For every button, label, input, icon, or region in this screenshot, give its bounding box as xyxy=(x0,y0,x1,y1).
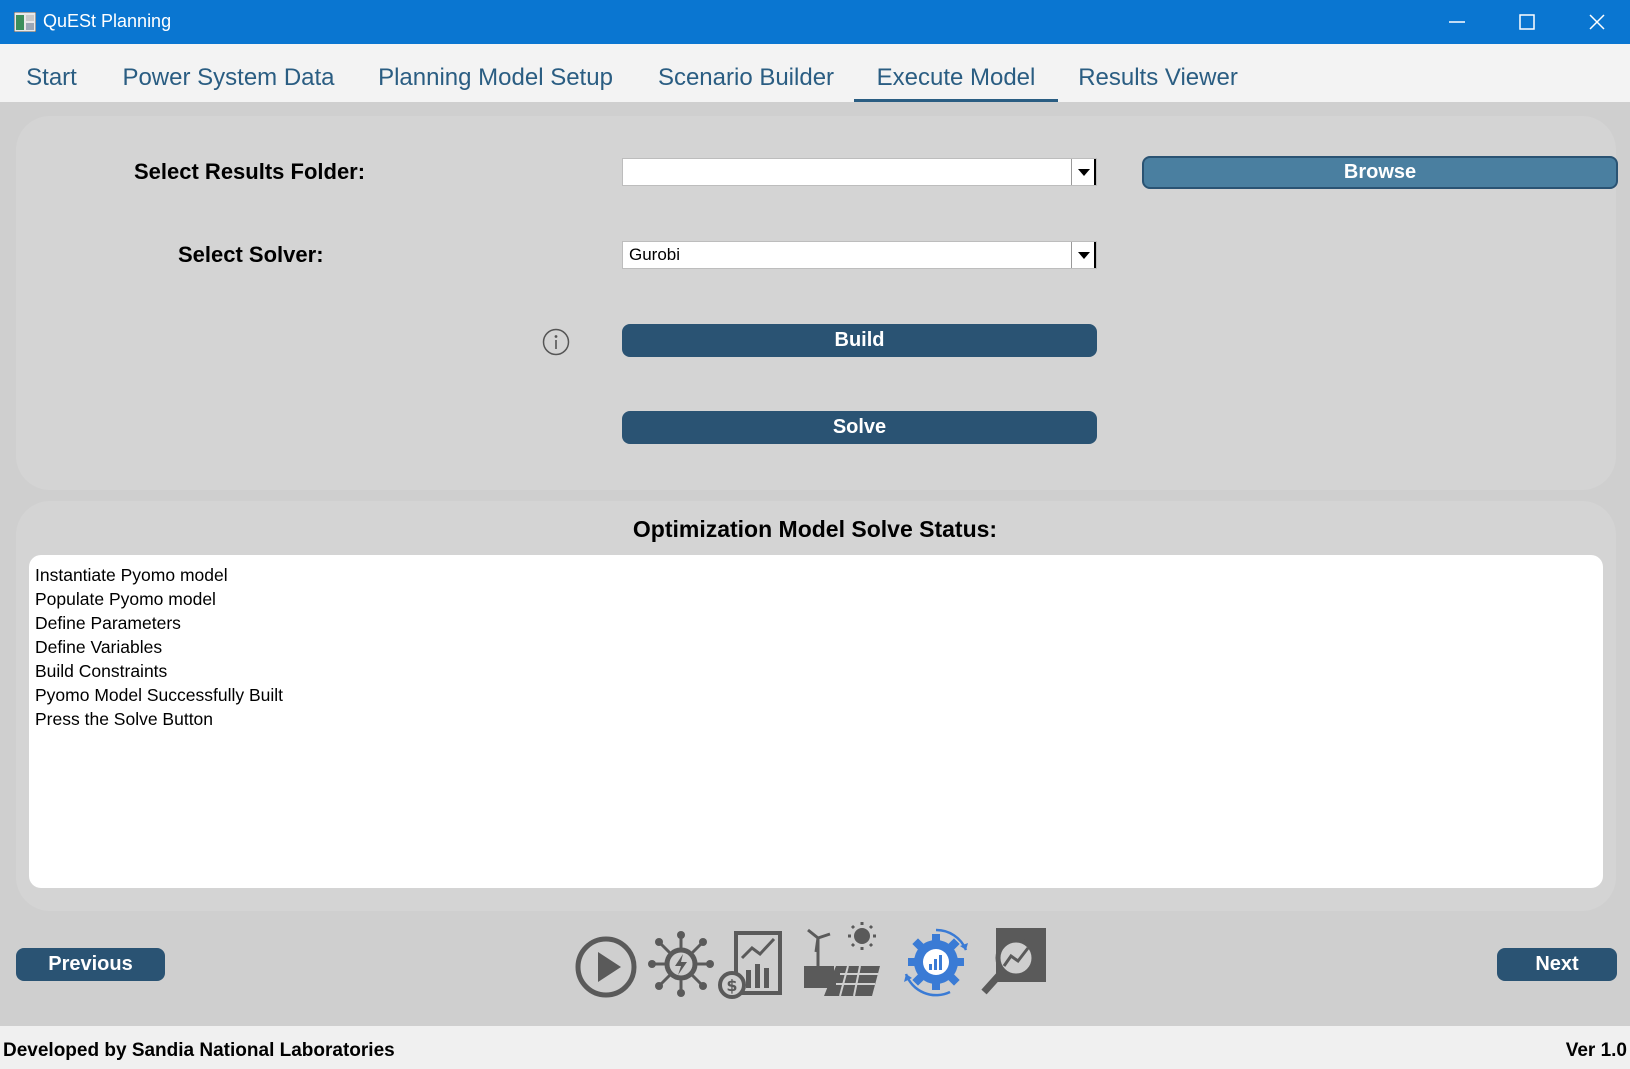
solver-combo[interactable]: Gurobi xyxy=(622,241,1097,269)
renewables-icon[interactable] xyxy=(800,922,884,998)
maximize-icon xyxy=(1519,14,1535,30)
maximize-button[interactable] xyxy=(1493,0,1561,44)
app-icon xyxy=(14,12,36,32)
tab-scenario-builder[interactable]: Scenario Builder xyxy=(648,44,844,102)
results-folder-combo[interactable] xyxy=(622,158,1097,186)
play-icon[interactable] xyxy=(574,935,638,999)
footer: Developed by Sandia National Laboratorie… xyxy=(0,1026,1630,1069)
gear-chart-icon[interactable] xyxy=(900,926,972,998)
developer-credit: Developed by Sandia National Laboratorie… xyxy=(3,1040,395,1061)
solve-button[interactable]: Solve xyxy=(622,411,1097,444)
info-icon[interactable] xyxy=(542,328,570,356)
power-network-icon[interactable] xyxy=(648,930,714,998)
tab-results-viewer[interactable]: Results Viewer xyxy=(1070,44,1246,102)
title-bar: QuESt Planning xyxy=(0,0,1630,44)
tab-planning-model-setup[interactable]: Planning Model Setup xyxy=(370,44,621,102)
previous-button[interactable]: Previous xyxy=(16,948,165,981)
log-line: Define Variables xyxy=(35,637,163,657)
log-line: Populate Pyomo model xyxy=(35,589,216,609)
log-line: Instantiate Pyomo model xyxy=(35,565,228,585)
solve-status-title: Optimization Model Solve Status: xyxy=(632,516,998,542)
next-button[interactable]: Next xyxy=(1497,948,1617,981)
tab-bar: Start Power System Data Planning Model S… xyxy=(0,44,1630,102)
minimize-button[interactable] xyxy=(1423,0,1491,44)
version-label: Ver 1.0 xyxy=(1565,1040,1627,1061)
solver-value: Gurobi xyxy=(629,245,681,264)
chevron-down-icon[interactable] xyxy=(1071,159,1096,185)
log-line: Build Constraints xyxy=(35,661,168,681)
solve-status-log[interactable]: Instantiate Pyomo model Populate Pyomo m… xyxy=(29,555,1603,888)
window-title: QuESt Planning xyxy=(43,11,172,31)
close-button[interactable] xyxy=(1563,0,1630,44)
minimize-icon xyxy=(1449,21,1465,23)
svg-text:$: $ xyxy=(726,976,737,995)
log-line: Pyomo Model Successfully Built xyxy=(35,685,284,705)
tab-execute-model[interactable]: Execute Model xyxy=(854,44,1058,102)
tab-power-system-data[interactable]: Power System Data xyxy=(115,44,342,102)
close-icon xyxy=(1589,14,1605,30)
chevron-down-icon[interactable] xyxy=(1071,242,1096,268)
analysis-icon[interactable] xyxy=(980,926,1050,996)
build-button[interactable]: Build xyxy=(622,324,1097,357)
tab-start[interactable]: Start xyxy=(14,44,89,102)
log-line: Define Parameters xyxy=(35,613,181,633)
log-line: Press the Solve Button xyxy=(35,709,214,729)
results-folder-label: Select Results Folder: xyxy=(134,159,366,184)
browse-button[interactable]: Browse xyxy=(1142,156,1618,189)
finance-chart-icon[interactable]: $ xyxy=(718,930,784,1000)
solver-label: Select Solver: xyxy=(178,242,324,267)
